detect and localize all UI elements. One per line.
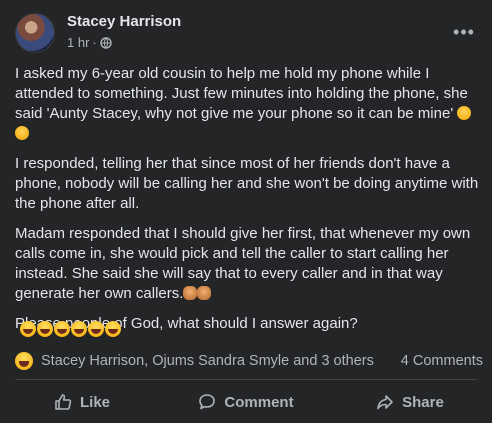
facepalm-emoji-icon xyxy=(197,286,212,300)
post-meta: 1 hr · xyxy=(67,35,112,50)
comment-bubble-icon xyxy=(199,394,216,410)
post-paragraph-2: I responded, telling her that since most… xyxy=(15,155,479,212)
ellipsis-icon: ••• xyxy=(453,21,475,42)
share-label: Share xyxy=(402,393,444,411)
comment-label: Comment xyxy=(224,393,294,411)
more-options-button[interactable]: ••• xyxy=(451,19,477,45)
post-header: Stacey Harrison 1 hr · ••• xyxy=(15,13,477,53)
rolling-eyes-emoji-icon xyxy=(457,106,472,120)
laughing-emoji-icon xyxy=(88,321,104,337)
share-arrow-icon xyxy=(377,395,393,410)
comments-count[interactable]: 4 Comments xyxy=(401,353,483,369)
laughing-emoji-icon xyxy=(20,321,36,337)
author-name[interactable]: Stacey Harrison xyxy=(67,13,181,30)
globe-icon xyxy=(100,36,112,49)
laughing-emoji-icon xyxy=(37,321,53,337)
laughing-emoji-icon xyxy=(54,321,70,337)
post-paragraph-1: I asked my 6-year old cousin to help me … xyxy=(15,64,483,144)
laughing-emoji-icon xyxy=(71,321,87,337)
post-card: Stacey Harrison 1 hr · ••• I asked my 6-… xyxy=(0,0,492,423)
post-time[interactable]: 1 hr xyxy=(67,35,89,50)
laugh-emoji-row xyxy=(20,321,121,337)
action-bar: Like Comment Share xyxy=(0,384,492,420)
facepalm-emoji-icon xyxy=(183,286,198,300)
post-body: I asked my 6-year old cousin to help me … xyxy=(15,64,483,344)
rolling-eyes-emoji-icon xyxy=(15,126,29,140)
thumbs-up-icon xyxy=(55,394,72,410)
post-paragraph-3: Madam responded that I should give her f… xyxy=(15,225,471,302)
comment-button[interactable]: Comment xyxy=(164,384,328,420)
laughing-emoji-icon xyxy=(105,321,121,337)
share-button[interactable]: Share xyxy=(328,384,492,420)
like-label: Like xyxy=(79,393,110,411)
divider xyxy=(15,379,477,380)
meta-separator: · xyxy=(92,35,97,50)
reactions-bar: Stacey Harrison, Ojums Sandra Smyle and … xyxy=(15,350,483,372)
like-button[interactable]: Like xyxy=(0,384,164,420)
avatar[interactable] xyxy=(15,13,55,53)
haha-reaction-icon[interactable] xyxy=(15,352,33,370)
reactions-summary[interactable]: Stacey Harrison, Ojums Sandra Smyle and … xyxy=(41,353,374,369)
